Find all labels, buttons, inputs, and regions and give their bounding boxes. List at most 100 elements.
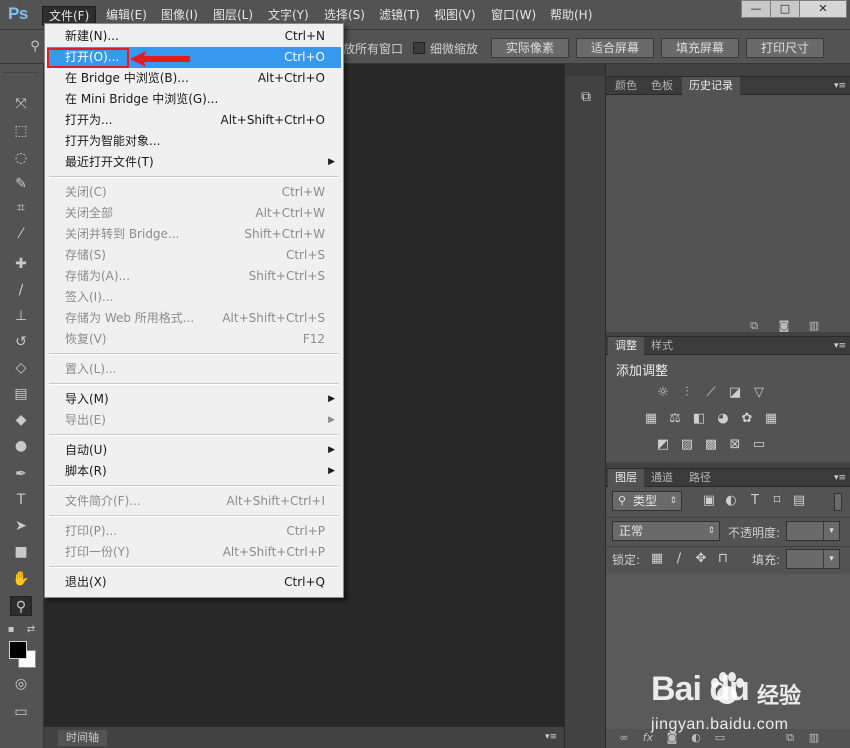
filter-adjustment-layer-icon[interactable]: ◐ <box>722 493 740 509</box>
layers-panel-menu-icon[interactable]: ▾≡ <box>833 471 847 485</box>
rectangle-tool-icon[interactable]: ■ <box>10 542 32 562</box>
tools-panel-grip[interactable] <box>3 67 39 73</box>
lasso-tool-icon[interactable]: ◌ <box>10 148 32 168</box>
scrubby-zoom-checkbox[interactable] <box>413 42 425 54</box>
filter-shape-layer-icon[interactable]: ⌑ <box>768 493 786 509</box>
tab-adjustments[interactable]: 调整 <box>608 337 644 355</box>
black-white-icon[interactable]: ◧ <box>690 411 708 427</box>
menu-item[interactable]: 最近打开文件(T) ▶ <box>47 152 341 173</box>
delete-state-icon[interactable]: ▥ <box>806 319 822 333</box>
threshold-icon[interactable]: ▩ <box>702 437 720 453</box>
print-size-button[interactable]: 打印尺寸 <box>746 38 825 58</box>
crop-tool-icon[interactable]: ⌗ <box>10 198 32 218</box>
minimize-button[interactable]: — <box>741 0 771 18</box>
fit-screen-button[interactable]: 适合屏幕 <box>576 38 655 58</box>
menu-item[interactable]: 自动(U) ▶ <box>47 440 341 461</box>
selective-color-icon[interactable]: ⊠ <box>726 437 744 453</box>
tab-color[interactable]: 颜色 <box>608 77 644 95</box>
menu-item[interactable]: 在 Bridge 中浏览(B)... Alt+Ctrl+O <box>47 68 341 89</box>
chevron-down-icon[interactable]: ▾ <box>823 522 839 540</box>
screen-mode-icon[interactable]: ▭ <box>10 702 32 722</box>
color-lookup-icon[interactable]: ▦ <box>762 411 780 427</box>
default-colors-icon[interactable]: ▪ <box>4 620 18 640</box>
tab-timeline[interactable]: 时间轴 <box>58 730 107 746</box>
vibrance-icon[interactable]: ▽ <box>750 385 768 401</box>
collapsed-panel-header[interactable] <box>565 64 606 76</box>
new-snapshot-icon[interactable]: ◙ <box>776 319 792 333</box>
link-layers-icon[interactable]: ∞ <box>616 731 632 745</box>
menu-item[interactable]: 打开为智能对象... <box>47 131 341 152</box>
exposure-icon[interactable]: ◪ <box>726 385 744 401</box>
chevron-down-icon[interactable]: ▾ <box>823 550 839 568</box>
fill-screen-button[interactable]: 填充屏幕 <box>661 38 740 58</box>
clone-stamp-tool-icon[interactable]: ⊥ <box>10 306 32 326</box>
blend-mode-select[interactable]: 正常 ⇕ <box>612 521 720 541</box>
zoom-tool-icon[interactable]: ⚲ <box>10 596 32 616</box>
history-brush-tool-icon[interactable]: ↺ <box>10 332 32 352</box>
new-document-from-state-icon[interactable]: ⧉ <box>746 319 762 333</box>
photo-filter-icon[interactable]: ◕ <box>714 411 732 427</box>
pen-tool-icon[interactable]: ✒ <box>10 464 32 484</box>
maximize-button[interactable]: □ <box>770 0 800 18</box>
lock-transparent-pixels-icon[interactable]: ▦ <box>648 551 666 567</box>
tab-history[interactable]: 历史记录 <box>682 77 740 95</box>
filter-type-layer-icon[interactable]: T <box>746 493 764 509</box>
brush-tool-icon[interactable]: ∕ <box>10 280 32 300</box>
brightness-contrast-icon[interactable]: ☼ <box>654 385 672 401</box>
menu-item[interactable]: 新建(N)... Ctrl+N <box>47 26 341 47</box>
menu-window[interactable]: 窗口(W) <box>485 6 542 26</box>
hue-saturation-icon[interactable]: ▦ <box>642 411 660 427</box>
lock-image-pixels-icon[interactable]: ∕ <box>670 551 688 567</box>
curves-icon[interactable]: ⟋ <box>702 385 720 401</box>
type-tool-icon[interactable]: T <box>10 490 32 510</box>
eyedropper-tool-icon[interactable]: ⁄ <box>10 224 32 244</box>
filter-smart-object-icon[interactable]: ▤ <box>790 493 808 509</box>
zoom-preset-icon[interactable]: ⚲ <box>24 37 46 57</box>
move-tool-icon[interactable]: ⤧ <box>10 94 32 114</box>
info-panel-icon[interactable]: ⧉ <box>575 86 597 108</box>
swap-colors-icon[interactable]: ⇄ <box>24 620 38 640</box>
close-button[interactable]: ✕ <box>799 0 847 18</box>
filter-pixel-layer-icon[interactable]: ▣ <box>700 493 718 509</box>
tab-swatches[interactable]: 色板 <box>644 77 680 95</box>
tab-channels[interactable]: 通道 <box>644 469 680 487</box>
fill-input[interactable]: ▾ <box>786 549 840 569</box>
menu-item[interactable]: 退出(X) Ctrl+Q <box>47 572 341 593</box>
gradient-map-icon[interactable]: ▭ <box>750 437 768 453</box>
marquee-tool-icon[interactable]: ⬚ <box>10 121 32 141</box>
menu-item[interactable]: 在 Mini Bridge 中浏览(G)... <box>47 89 341 110</box>
path-selection-tool-icon[interactable]: ➤ <box>10 516 32 536</box>
hand-tool-icon[interactable]: ✋ <box>10 569 32 589</box>
lock-all-icon[interactable]: ⊓ <box>714 551 732 567</box>
color-balance-icon[interactable]: ⚖ <box>666 411 684 427</box>
posterize-icon[interactable]: ▨ <box>678 437 696 453</box>
dodge-tool-icon[interactable]: ● <box>10 436 32 456</box>
foreground-color-swatch[interactable] <box>9 641 27 659</box>
menu-help[interactable]: 帮助(H) <box>544 6 598 26</box>
menu-item[interactable]: 脚本(R) ▶ <box>47 461 341 482</box>
quick-select-tool-icon[interactable]: ✎ <box>10 174 32 194</box>
menu-filter[interactable]: 滤镜(T) <box>373 6 426 26</box>
tab-styles[interactable]: 样式 <box>644 337 680 355</box>
history-panel-menu-icon[interactable]: ▾≡ <box>833 79 847 93</box>
tab-layers[interactable]: 图层 <box>608 469 644 487</box>
menu-item[interactable]: 打开为... Alt+Shift+Ctrl+O <box>47 110 341 131</box>
gradient-tool-icon[interactable]: ▤ <box>10 384 32 404</box>
blur-tool-icon[interactable]: ◆ <box>10 410 32 430</box>
menu-item[interactable]: 导入(M) ▶ <box>47 389 341 410</box>
levels-icon[interactable]: ⫶ <box>678 385 696 401</box>
quick-mask-icon[interactable]: ◎ <box>10 674 32 694</box>
opacity-input[interactable]: ▾ <box>786 521 840 541</box>
adjustments-panel-menu-icon[interactable]: ▾≡ <box>833 339 847 353</box>
actual-pixels-button[interactable]: 实际像素 <box>491 38 570 58</box>
invert-icon[interactable]: ◩ <box>654 437 672 453</box>
healing-brush-tool-icon[interactable]: ✚ <box>10 254 32 274</box>
lock-position-icon[interactable]: ✥ <box>692 551 710 567</box>
filter-toggle-switch[interactable] <box>834 493 842 511</box>
timeline-menu-icon[interactable]: ▾≡ <box>544 730 558 744</box>
layer-filter-kind-select[interactable]: ⚲ 类型 ⇕ <box>612 491 682 511</box>
channel-mixer-icon[interactable]: ✿ <box>738 411 756 427</box>
menu-view[interactable]: 视图(V) <box>428 6 482 26</box>
eraser-tool-icon[interactable]: ◇ <box>10 358 32 378</box>
tab-paths[interactable]: 路径 <box>682 469 718 487</box>
